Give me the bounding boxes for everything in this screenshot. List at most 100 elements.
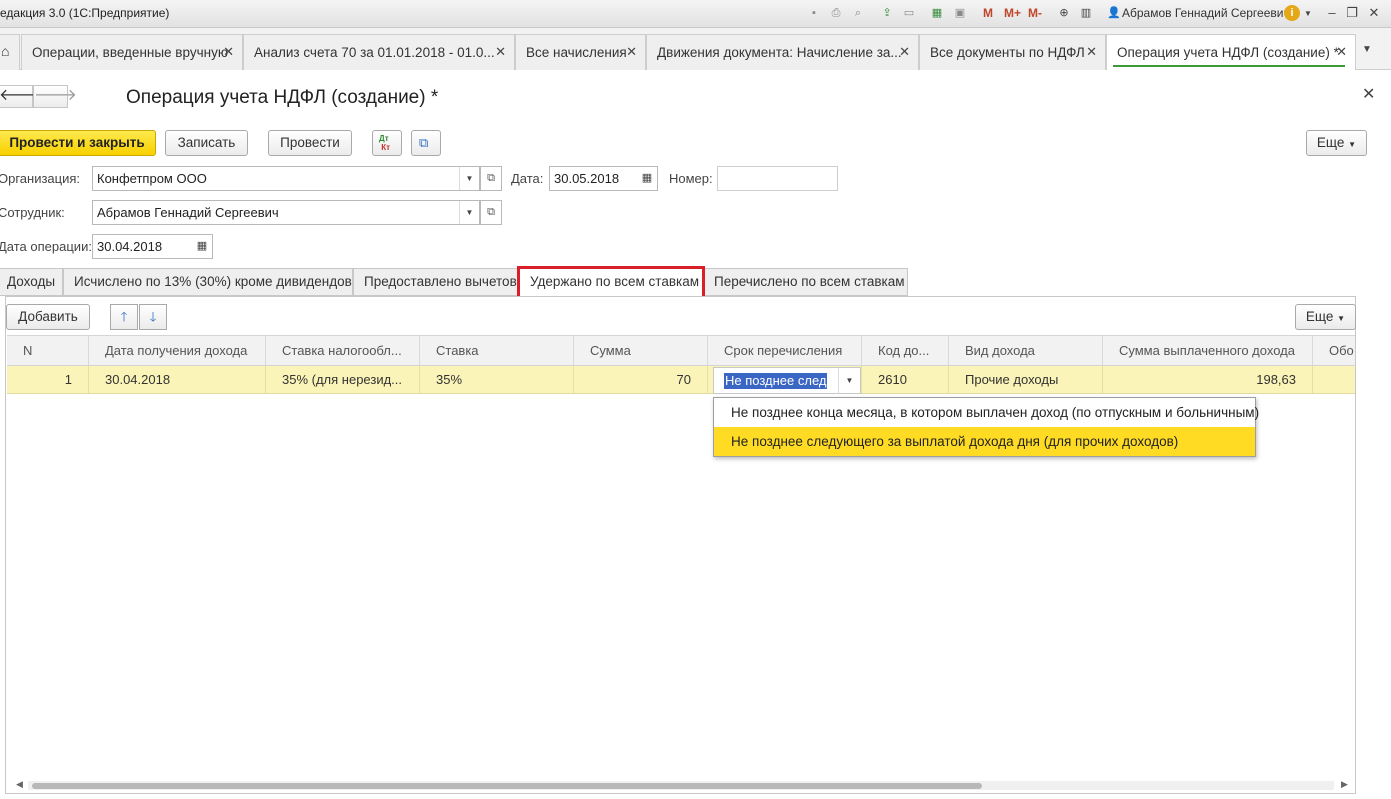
number-label: Номер: (669, 171, 713, 186)
restore-icon[interactable]: ❐ (1342, 4, 1362, 22)
date-label: Дата: (511, 171, 544, 186)
clipboard-icon[interactable]: ▭ (901, 5, 917, 21)
cell-income-date[interactable]: 30.04.2018 (89, 366, 266, 393)
cell-code[interactable]: 2610 (862, 366, 949, 393)
tab-deductions[interactable]: Предоставлено вычетов (353, 268, 519, 296)
tabs-dropdown-icon[interactable]: ▼ (1362, 44, 1372, 55)
dropdown-option-selected[interactable]: Не позднее следующего за выплатой дохода… (714, 427, 1255, 456)
info-icon[interactable]: i (1284, 5, 1300, 21)
tab-all-accruals[interactable]: Все начисления ✕ (515, 34, 646, 70)
scroll-right-icon[interactable]: ▶ (1341, 779, 1348, 790)
cell-tax-rate[interactable]: 35% (для нерезид... (266, 366, 420, 393)
calculator-icon[interactable]: ▦ (929, 5, 945, 21)
chevron-down-icon[interactable]: ▼ (1304, 9, 1312, 18)
date-value: 30.05.2018 (554, 171, 620, 186)
column-header[interactable]: Ставка налогообл... (266, 336, 420, 365)
close-icon[interactable]: ✕ (1364, 4, 1384, 22)
close-tab-icon[interactable]: ✕ (1336, 44, 1347, 60)
m-icon[interactable]: M (983, 6, 993, 20)
calendar-icon[interactable]: ▦ (192, 235, 212, 258)
user-name[interactable]: Абрамов Геннадий Сергеевич (1122, 6, 1290, 20)
preview-icon[interactable]: ⌕ (850, 5, 866, 21)
save-icon[interactable]: ▪ (806, 5, 822, 21)
deadline-select[interactable]: Не позднее след ▼ (713, 367, 861, 394)
cell-n[interactable]: 1 (7, 366, 89, 393)
column-header[interactable]: Сумма выплаченного дохода (1103, 336, 1313, 365)
scrollbar-thumb[interactable] (32, 783, 982, 789)
column-header[interactable]: Срок перечисления (708, 336, 862, 365)
cell-income-type[interactable]: Прочие доходы (949, 366, 1103, 393)
column-header[interactable]: Дата получения дохода (89, 336, 266, 365)
tab-account-analysis[interactable]: Анализ счета 70 за 01.01.2018 - 01.0... … (243, 34, 515, 70)
post-and-close-button[interactable]: Провести и закрыть (0, 130, 156, 156)
chevron-down-icon[interactable]: ▼ (459, 201, 479, 224)
cell-rate[interactable]: 35% (420, 366, 574, 393)
tab-ndfl-operation[interactable]: Операция учета НДФЛ (создание) * ✕ (1106, 34, 1356, 70)
tab-label: Все документы по НДФЛ (930, 45, 1085, 60)
close-tab-icon[interactable]: ✕ (223, 44, 234, 60)
cell-extra[interactable] (1313, 366, 1355, 393)
scroll-left-icon[interactable]: ◀ (16, 779, 23, 790)
save-button[interactable]: Записать (165, 130, 248, 156)
app-title: едакция 3.0 (1С:Предприятие) (0, 6, 170, 20)
tab-document-movements[interactable]: Движения документа: Начисление за... ✕ (646, 34, 919, 70)
chevron-down-icon[interactable]: ▼ (838, 368, 860, 393)
tab-manual-operations[interactable]: Операции, введенные вручную ✕ (21, 34, 243, 70)
structure-button[interactable]: ⧉ (411, 130, 441, 156)
column-header[interactable]: Вид дохода (949, 336, 1103, 365)
print-icon[interactable]: ⎙ (828, 5, 844, 21)
calendar-icon[interactable]: ▣ (952, 5, 968, 21)
minimize-icon[interactable]: – (1322, 4, 1342, 22)
operation-date-field[interactable]: 30.04.2018 ▦ (92, 234, 213, 259)
column-header[interactable]: Сумма (574, 336, 708, 365)
cell-paid-amount[interactable]: 198,63 (1103, 366, 1313, 393)
table-header: N Дата получения дохода Ставка налогообл… (7, 335, 1355, 366)
dt-kt-button[interactable]: Дт Кт (372, 130, 402, 156)
date-field[interactable]: 30.05.2018 ▦ (549, 166, 658, 191)
m-plus-icon[interactable]: M+ (1004, 6, 1021, 20)
number-field[interactable] (717, 166, 838, 191)
cell-amount[interactable]: 70 (574, 366, 708, 393)
upload-icon[interactable]: ⇪ (879, 5, 895, 21)
tab-income[interactable]: Доходы (0, 268, 63, 296)
forward-button[interactable]: 🡒 (33, 85, 77, 108)
dropdown-option[interactable]: Не позднее конца месяца, в котором выпла… (714, 398, 1259, 427)
post-button[interactable]: Провести (268, 130, 352, 156)
table-more-button[interactable]: Еще ▼ (1295, 304, 1356, 330)
more-button[interactable]: Еще ▼ (1306, 130, 1367, 156)
table-row[interactable]: 1 30.04.2018 35% (для нерезид... 35% 70 … (7, 366, 1355, 394)
structure-icon: ⧉ (419, 135, 429, 150)
operation-date-label: Дата операции: (0, 239, 92, 254)
close-tab-icon[interactable]: ✕ (1086, 44, 1097, 60)
tab-label: Все начисления (526, 45, 627, 60)
open-organization-button[interactable]: ⧉ (480, 166, 502, 191)
column-header[interactable]: Код до... (862, 336, 949, 365)
organization-field[interactable]: Конфетпром ООО ▼ (92, 166, 480, 191)
tab-calculated[interactable]: Исчислено по 13% (30%) кроме дивидендов (63, 268, 353, 296)
employee-field[interactable]: Абрамов Геннадий Сергеевич ▼ (92, 200, 480, 225)
home-tab[interactable]: ⌂ (0, 34, 20, 70)
close-tab-icon[interactable]: ✕ (495, 44, 506, 60)
operation-date-value: 30.04.2018 (97, 239, 163, 254)
panel-icon[interactable]: ▥ (1078, 5, 1094, 21)
add-button[interactable]: Добавить (6, 304, 90, 330)
column-header[interactable]: Ставка (420, 336, 574, 365)
move-down-button[interactable]: 🡓 (139, 304, 167, 330)
close-tab-icon[interactable]: ✕ (899, 44, 910, 60)
column-header[interactable]: Обо (1313, 336, 1355, 365)
m-minus-icon[interactable]: M- (1028, 6, 1042, 20)
column-header[interactable]: N (7, 336, 89, 365)
deadline-selected-text[interactable]: Не позднее след (724, 373, 828, 389)
more-label: Еще (1316, 135, 1345, 150)
back-button[interactable]: 🡐 (0, 85, 42, 108)
close-form-icon[interactable]: ✕ (1362, 84, 1375, 104)
tab-ndfl-documents[interactable]: Все документы по НДФЛ ✕ (919, 34, 1106, 70)
organization-value: Конфетпром ООО (97, 171, 207, 186)
close-tab-icon[interactable]: ✕ (626, 44, 637, 60)
tab-transferred[interactable]: Перечислено по всем ставкам (703, 268, 908, 296)
chevron-down-icon[interactable]: ▼ (459, 167, 479, 190)
zoom-icon[interactable]: ⊕ (1056, 5, 1072, 21)
move-up-button[interactable]: 🡑 (110, 304, 138, 330)
open-employee-button[interactable]: ⧉ (480, 200, 502, 225)
calendar-icon[interactable]: ▦ (637, 167, 657, 190)
